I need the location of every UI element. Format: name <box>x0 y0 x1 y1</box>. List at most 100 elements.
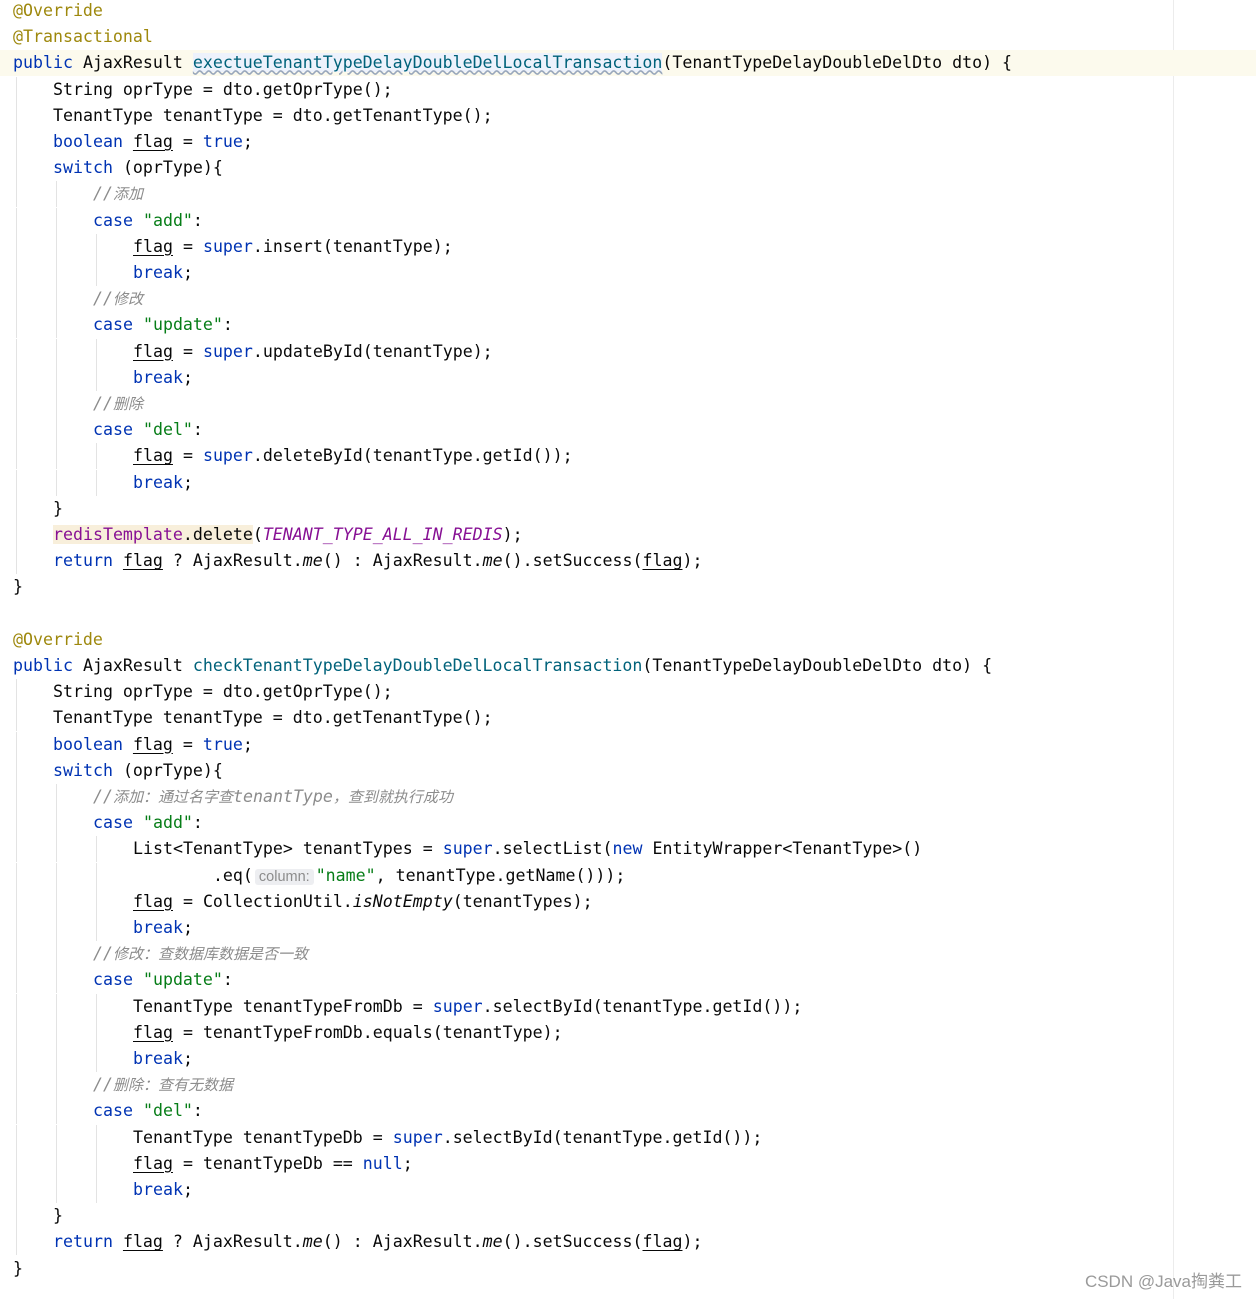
code-line[interactable]: break; <box>0 260 1256 286</box>
code-line[interactable]: } <box>0 1203 1256 1230</box>
code-line[interactable]: flag = super.insert(tenantType); <box>0 233 1256 260</box>
code-line[interactable]: //删除：查有无数据 <box>0 1072 1256 1099</box>
indent-guide <box>16 207 17 234</box>
code-line[interactable]: //删除 <box>0 391 1256 417</box>
code-line[interactable]: break; <box>0 364 1256 391</box>
code-line[interactable]: return flag ? AjaxResult.me() : AjaxResu… <box>0 548 1256 575</box>
code-line[interactable]: //添加：通过名字查tenantType，查到就执行成功 <box>0 784 1256 810</box>
token-cmt-cjk: ，查到就执行成功 <box>332 788 453 806</box>
code-text: TenantType tenantTypeDb = super.selectBy… <box>133 1125 762 1151</box>
code-line[interactable]: flag = super.updateById(tenantType); <box>0 338 1256 365</box>
indent-guide <box>16 260 17 286</box>
code-text: //添加：通过名字查tenantType，查到就执行成功 <box>93 784 453 810</box>
token-kw: break <box>133 918 183 937</box>
code-line[interactable]: TenantType tenantType = dto.getTenantTyp… <box>0 705 1256 732</box>
code-text: flag = super.deleteById(tenantType.getId… <box>133 443 573 469</box>
code-line[interactable]: case "del": <box>0 417 1256 444</box>
code-line[interactable]: String oprType = dto.getOprType(); <box>0 679 1256 706</box>
token-cmt-cjk: 添加：通过名字查 <box>112 788 233 806</box>
code-line[interactable]: switch (oprType){ <box>0 757 1256 784</box>
code-line[interactable]: @Override <box>0 627 1256 653</box>
code-line[interactable]: TenantType tenantType = dto.getTenantTyp… <box>0 102 1256 129</box>
indent-guide <box>16 862 17 889</box>
code-line[interactable]: flag = tenantTypeFromDb.equals(tenantTyp… <box>0 1019 1256 1046</box>
code-line[interactable]: TenantType tenantTypeDb = super.selectBy… <box>0 1124 1256 1151</box>
indent-guide <box>16 469 17 496</box>
token-cmt: // <box>93 944 113 964</box>
code-line[interactable]: break; <box>0 1046 1256 1072</box>
code-text: switch (oprType){ <box>53 758 223 784</box>
code-line[interactable]: case "update": <box>0 967 1256 994</box>
indent-guide <box>16 391 17 417</box>
token: ; <box>182 1049 193 1068</box>
token: = <box>172 132 203 151</box>
indent-guide <box>56 417 57 444</box>
code-line[interactable]: flag = tenantTypeDb == null; <box>0 1150 1256 1177</box>
code-line[interactable]: boolean flag = true; <box>0 731 1256 758</box>
indent-guide <box>16 836 17 863</box>
code-line[interactable]: //添加 <box>0 181 1256 208</box>
code-line[interactable]: flag = super.deleteById(tenantType.getId… <box>0 443 1256 470</box>
code-line[interactable]: } <box>0 495 1256 522</box>
indent-guide <box>56 312 57 339</box>
token-str: "name" <box>315 865 376 885</box>
code-line[interactable] <box>0 601 1256 627</box>
indent-guide <box>16 967 17 994</box>
token-kw: super <box>202 236 253 256</box>
indent-guide <box>16 443 17 470</box>
code-line[interactable]: TenantType tenantTypeFromDb = super.sele… <box>0 993 1256 1020</box>
code-line[interactable]: case "update": <box>0 312 1256 339</box>
code-line[interactable]: case "add": <box>0 810 1256 837</box>
token-kw: break <box>133 367 183 387</box>
token-kw: case <box>93 970 133 990</box>
code-line[interactable]: break; <box>0 915 1256 941</box>
token-cmt-cjk: 修改：查数据库数据是否一致 <box>112 945 308 964</box>
code-line[interactable]: switch (oprType){ <box>0 155 1256 182</box>
token: : <box>192 1101 203 1121</box>
indent-guide <box>16 102 17 129</box>
code-line[interactable]: List<TenantType> tenantTypes = super.sel… <box>0 836 1256 863</box>
code-line[interactable]: break; <box>0 1177 1256 1203</box>
code-line[interactable]: .eq(column: "name", tenantType.getName())… <box>0 862 1256 889</box>
token: String oprType = dto.getOprType(); <box>53 79 393 99</box>
token: = tenantTypeFromDb.equals(tenantType); <box>172 1022 563 1042</box>
token-cmt-cjk: 删除 <box>112 395 143 413</box>
indent-guide <box>56 784 57 810</box>
code-line[interactable]: case "add": <box>0 207 1256 234</box>
code-line[interactable]: } <box>0 1256 1256 1282</box>
code-line[interactable]: break; <box>0 469 1256 496</box>
indent-guide <box>56 207 57 234</box>
token-kw: super <box>202 341 253 361</box>
code-text: boolean flag = true; <box>53 732 253 758</box>
code-line[interactable]: public AjaxResult exectueTenantTypeDelay… <box>0 50 1256 77</box>
indent-guide <box>56 941 57 968</box>
code-line[interactable]: @Transactional <box>0 24 1256 50</box>
code-line[interactable]: case "del": <box>0 1098 1256 1125</box>
token-kw: true <box>202 734 243 754</box>
code-line[interactable]: public AjaxResult checkTenantTypeDelayDo… <box>0 653 1256 679</box>
code-editor[interactable]: @Override @Transactional public AjaxResult… <box>0 0 1256 1299</box>
code-line[interactable]: String oprType = dto.getOprType(); <box>0 76 1256 103</box>
code-line[interactable]: boolean flag = true; <box>0 129 1256 155</box>
indent-guide <box>16 1046 17 1072</box>
token: : <box>222 970 233 990</box>
token: = tenantTypeDb == <box>172 1153 363 1173</box>
token: } <box>13 577 23 597</box>
token-var: flag <box>642 551 683 571</box>
code-line[interactable]: } <box>0 574 1256 600</box>
indent-guide <box>96 1124 97 1151</box>
token: ().setSuccess( <box>502 551 643 571</box>
token: (TenantTypeDelayDoubleDelDto dto) { <box>662 53 1013 73</box>
code-line[interactable]: //修改：查数据库数据是否一致 <box>0 941 1256 968</box>
code-line[interactable]: redisTemplate.delete(TENANT_TYPE_ALL_IN_… <box>0 522 1256 548</box>
code-line[interactable]: @Override <box>0 0 1256 24</box>
code-text: case "update": <box>93 967 233 993</box>
indent-guide <box>16 548 17 575</box>
token-cmt-cjk: 添加 <box>112 185 143 204</box>
code-line[interactable]: //修改 <box>0 286 1256 313</box>
token: TenantType tenantType = dto.getTenantTyp… <box>53 708 493 728</box>
code-line[interactable]: flag = CollectionUtil.isNotEmpty(tenantT… <box>0 888 1256 915</box>
code-line[interactable]: return flag ? AjaxResult.me() : AjaxResu… <box>0 1229 1256 1256</box>
token-const: TENANT_TYPE_ALL_IN_REDIS <box>262 525 503 544</box>
